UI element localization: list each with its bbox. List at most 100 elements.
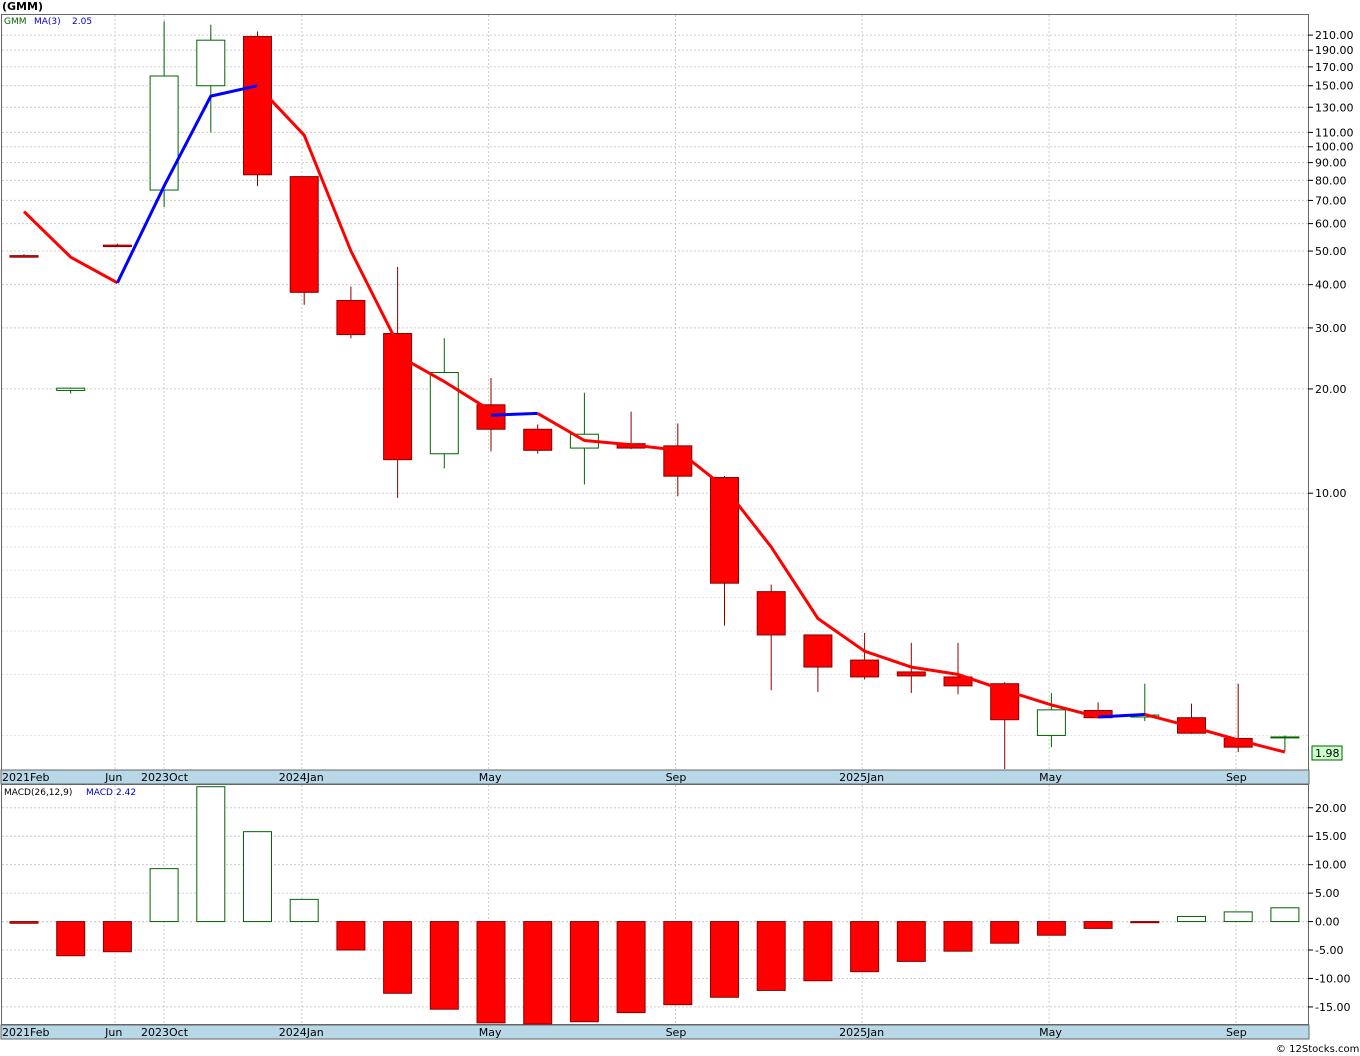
price-y-axis: 10.00 20.00 30.00 40.00 50.00 60.00 70.00 80.00… <box>1308 29 1354 500</box>
price-tick-label: 80.00 <box>1315 174 1347 187</box>
month-label: 2025Jan <box>839 1026 884 1039</box>
macd-bar <box>289 898 319 923</box>
month-label: 2023Oct <box>141 1026 189 1039</box>
candle-body <box>756 591 786 636</box>
last-price-label: 1.98 <box>1315 747 1340 760</box>
stock-chart: 10.00 20.00 30.00 40.00 50.00 60.00 70.00 80.00… <box>0 0 1359 1055</box>
candle-body <box>476 404 506 430</box>
price-tick-label: 30.00 <box>1315 322 1347 335</box>
month-label: Sep <box>666 771 687 784</box>
candle-body <box>710 477 739 584</box>
macd-tick-label: 10.00 <box>1315 859 1347 872</box>
month-label: Sep <box>666 1026 687 1039</box>
watermark: © 12Stocks.com <box>1276 1044 1359 1055</box>
candle-body <box>289 176 319 293</box>
macd-bar <box>336 921 366 951</box>
legend-macd-label: MACD(26,12,9) <box>4 788 72 798</box>
macd-bar <box>1130 921 1160 924</box>
candle-body <box>102 244 132 248</box>
candle-body <box>336 299 366 336</box>
macd-tick-label: 20.00 <box>1315 802 1347 815</box>
macd-bar <box>1177 915 1206 923</box>
month-label: Sep <box>1226 1026 1247 1039</box>
macd-tick-label: 15.00 <box>1315 830 1347 843</box>
month-label: 2025Jan <box>839 771 884 784</box>
price-tick-label: 40.00 <box>1315 279 1347 292</box>
month-label: May <box>479 771 502 784</box>
macd-bar <box>429 921 459 1010</box>
macd-bar <box>149 868 179 923</box>
candle-body <box>243 36 272 176</box>
macd-bar <box>196 786 226 923</box>
candle-body <box>383 333 413 461</box>
candle-body <box>149 75 179 191</box>
macd-bar <box>616 921 646 1014</box>
price-tick-label: 20.00 <box>1315 383 1347 396</box>
legend-ma-label: MA(3) <box>34 17 61 27</box>
price-tick-label: 50.00 <box>1315 245 1347 258</box>
macd-bar <box>569 921 599 1023</box>
ticker-title: (GMM) <box>2 0 43 13</box>
price-tick-label: 150.00 <box>1315 80 1354 93</box>
macd-bar <box>56 921 86 957</box>
macd-y-axis: -15.00 -10.00 -5.00 0.00 5.00 10.00 15.00 20.00 <box>1308 802 1350 1014</box>
month-label: 2023Oct <box>141 771 189 784</box>
macd-bar <box>1223 911 1253 923</box>
macd-bar <box>756 921 786 991</box>
macd-tick-label: 5.00 <box>1315 887 1340 900</box>
price-panel-frame <box>1 14 1309 771</box>
ma-segment <box>490 411 538 417</box>
candle-body <box>803 634 833 668</box>
price-tick-label: 130.00 <box>1315 101 1354 114</box>
macd-bar <box>383 921 413 994</box>
price-tick-label: 70.00 <box>1315 194 1347 207</box>
month-label: 2021Feb <box>2 1026 49 1039</box>
legend-symbol: GMM <box>4 17 27 27</box>
candle-body <box>1036 709 1066 736</box>
macd-bar <box>1036 921 1066 936</box>
month-label: 2021Feb <box>2 771 49 784</box>
macd-bar <box>850 921 880 973</box>
macd-bar <box>523 921 553 1025</box>
legend-macd-value: 2.42 <box>116 788 136 798</box>
macd-bar <box>710 921 739 998</box>
macd-bar <box>896 921 926 962</box>
price-tick-label: 60.00 <box>1315 218 1347 231</box>
month-label: May <box>1039 771 1062 784</box>
macd-bar <box>1083 921 1113 929</box>
macd-tick-label: -5.00 <box>1315 944 1343 957</box>
macd-bar <box>663 921 693 1006</box>
macd-time-axis-bar <box>0 1024 1310 1040</box>
macd-tick-label: -10.00 <box>1315 972 1350 985</box>
macd-bar <box>990 921 1020 944</box>
month-label: 2024Jan <box>279 771 324 784</box>
macd-bar <box>943 921 973 952</box>
price-tick-label: 10.00 <box>1315 487 1347 500</box>
price-time-axis-bar <box>0 769 1310 785</box>
legend-ma-value: 2.05 <box>72 17 92 27</box>
candle-body <box>56 387 86 391</box>
month-label: May <box>479 1026 502 1039</box>
month-label: Jun <box>104 1026 122 1039</box>
month-label: 2024Jan <box>279 1026 324 1039</box>
candle-body <box>896 671 926 677</box>
candle-body <box>9 255 39 258</box>
price-tick-label: 170.00 <box>1315 61 1354 74</box>
candle-body <box>523 428 553 451</box>
candle-body <box>1270 736 1300 739</box>
macd-bar <box>102 921 132 953</box>
macd-tick-label: -15.00 <box>1315 1001 1350 1014</box>
macd-bar <box>9 921 39 924</box>
price-tick-label: 210.00 <box>1315 29 1354 42</box>
macd-bar <box>243 831 272 923</box>
legend-macd-name: MACD <box>86 788 113 798</box>
month-label: Jun <box>104 771 122 784</box>
candle-body <box>196 39 226 87</box>
price-tick-label: 100.00 <box>1315 141 1354 154</box>
price-tick-label: 190.00 <box>1315 44 1354 57</box>
price-tick-label: 110.00 <box>1315 126 1354 139</box>
macd-bar <box>476 921 506 1024</box>
month-label: May <box>1039 1026 1062 1039</box>
candle-body <box>429 372 459 455</box>
macd-tick-label: 0.00 <box>1315 916 1340 929</box>
